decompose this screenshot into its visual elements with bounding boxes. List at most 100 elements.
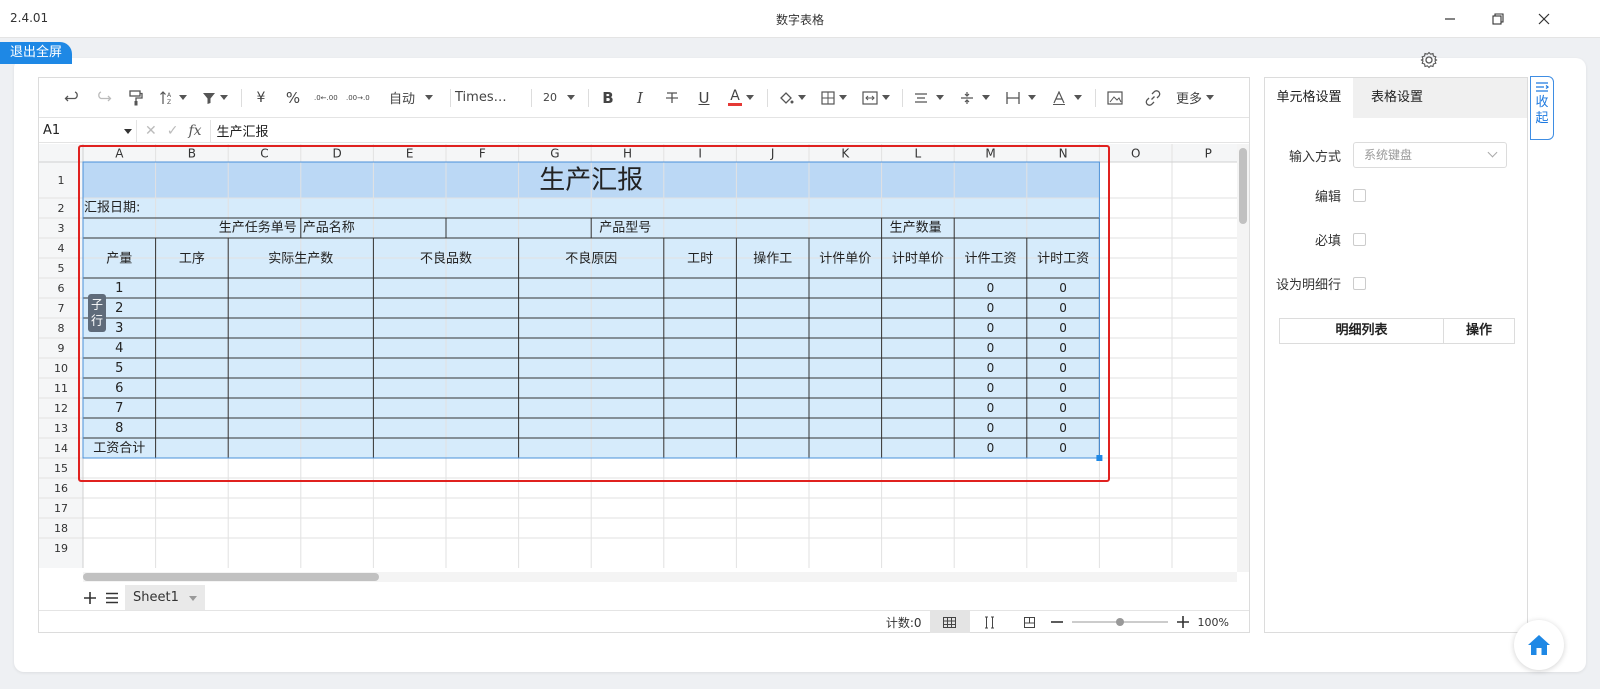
grid-view-icon	[943, 616, 957, 628]
confirm-icon[interactable]: ✓	[167, 123, 179, 139]
home-icon	[1528, 635, 1550, 655]
input-method-label: 输入方式	[1288, 149, 1341, 165]
row-header-6: 6	[58, 282, 65, 295]
redo-button[interactable]	[89, 86, 119, 110]
row-header-12: 12	[54, 402, 68, 415]
list-icon[interactable]	[105, 591, 119, 605]
align-vertical-button[interactable]	[953, 86, 997, 110]
required-checkbox[interactable]	[1353, 232, 1366, 246]
horizontal-scroll-thumb[interactable]	[83, 573, 379, 581]
strikethrough-button[interactable]	[657, 86, 687, 110]
decimal-decrease-button[interactable]: .00→.0	[342, 86, 372, 110]
settings-tabs: 单元格设置 表格设置	[1265, 78, 1527, 118]
close-button[interactable]	[1526, 6, 1562, 32]
insert-link-button[interactable]	[1138, 86, 1168, 110]
minimize-button[interactable]	[1432, 6, 1468, 32]
sheet-tab-sheet1[interactable]: Sheet1	[125, 585, 205, 611]
bold-button[interactable]: B	[593, 86, 623, 110]
piece-wage-value: 0	[987, 421, 995, 435]
grid-canvas[interactable]: A B C D E F G H I J K L M N O P123456789101112131415161…	[39, 144, 1237, 568]
formula-bar: A1 ✕ ✓ fx 生产汇报	[39, 119, 1249, 143]
cell-grid[interactable]: A B C D E F G H I J K L M N O P 1 2 3 4 5 6 7 8 9 10 11 12 13 14 15 16 1…	[39, 144, 1237, 568]
column-title-10: 计件工资	[964, 252, 1016, 267]
edit-row: 编辑	[1265, 182, 1527, 208]
font-size-select[interactable]: 20	[536, 86, 582, 110]
filter-button[interactable]	[195, 86, 235, 110]
production-qty-label: 生产数量	[890, 221, 942, 236]
collapse-panel-button[interactable]: 收起	[1530, 76, 1554, 140]
italic-button[interactable]: I	[625, 86, 655, 110]
plus-icon[interactable]	[83, 591, 97, 605]
normal-view-button[interactable]	[929, 611, 970, 633]
align-horizontal-button[interactable]	[907, 86, 951, 110]
sort-button[interactable]: AZ	[153, 86, 193, 110]
number-format-select[interactable]: 自动	[378, 86, 444, 110]
sort-icon: AZ	[160, 90, 172, 106]
insert-image-button[interactable]	[1100, 86, 1130, 110]
undo-button[interactable]	[57, 86, 87, 110]
restore-button[interactable]	[1480, 6, 1516, 32]
row-header-4: 4	[58, 242, 65, 255]
font-color-button[interactable]: A	[721, 86, 761, 110]
text-wrap-button[interactable]	[999, 86, 1043, 110]
text-rotate-button[interactable]	[1045, 86, 1089, 110]
vertical-scrollbar[interactable]	[1237, 144, 1249, 572]
detail-row-setting: 设为明细行	[1265, 270, 1527, 296]
column-title-8: 计件单价	[819, 252, 871, 267]
align-vertical-icon	[961, 91, 973, 104]
zoom-in-icon[interactable]	[1176, 615, 1190, 629]
zoom-slider-knob[interactable]	[1115, 618, 1124, 626]
row-index-8: 8	[115, 421, 123, 436]
page-break-view-button[interactable]	[970, 611, 1010, 633]
font-family-select[interactable]: Times…	[455, 86, 525, 110]
italic-icon: I	[637, 88, 643, 107]
formula-input[interactable]: 生产汇报	[211, 121, 269, 140]
input-method-row: 输入方式 系统键盘	[1265, 142, 1527, 168]
piece-wage-value: 0	[987, 341, 995, 355]
collapse-label: 收起	[1535, 95, 1549, 126]
edit-checkbox[interactable]	[1353, 188, 1366, 202]
row-header-9: 9	[58, 342, 65, 355]
percent-button[interactable]: %	[278, 86, 308, 110]
input-method-select[interactable]: 系统键盘	[1353, 142, 1507, 168]
column-header-j: J	[770, 147, 775, 161]
collapse-icon	[1536, 82, 1549, 92]
underline-icon: U	[698, 88, 710, 107]
more-label: 更多	[1175, 92, 1202, 107]
status-bar: 计数:0 100%	[39, 610, 1249, 633]
column-title-1: 产量	[106, 252, 132, 267]
decimal-increase-button[interactable]: .0←.00	[310, 86, 340, 110]
cell-reference-box[interactable]: A1	[39, 119, 137, 142]
decimal-increase-icon: .0←.00	[314, 93, 338, 102]
piece-wage-value: 0	[987, 381, 995, 395]
format-painter-button[interactable]	[121, 86, 151, 110]
tab-table-settings[interactable]: 表格设置	[1353, 78, 1441, 118]
gear-icon[interactable]	[1420, 51, 1438, 69]
fill-color-button[interactable]	[772, 86, 812, 110]
column-header-f: F	[479, 147, 486, 161]
merge-cells-button[interactable]	[856, 86, 896, 110]
horizontal-scrollbar[interactable]	[83, 572, 1237, 582]
home-button[interactable]	[1514, 620, 1564, 670]
exit-fullscreen-button[interactable]: 退出全屏	[0, 42, 73, 64]
detail-row-checkbox[interactable]	[1353, 276, 1366, 290]
tab-cell-settings[interactable]: 单元格设置	[1265, 78, 1353, 118]
column-title-4: 不良品数	[420, 251, 472, 267]
underline-button[interactable]: U	[689, 86, 719, 110]
fill-handle[interactable]	[1096, 455, 1103, 461]
page-layout-view-button[interactable]	[1010, 611, 1050, 633]
vertical-scroll-thumb[interactable]	[1239, 148, 1247, 224]
row-header-10: 10	[54, 362, 68, 375]
column-title-5: 不良原因	[565, 251, 617, 267]
border-button[interactable]	[814, 86, 854, 110]
close-icon	[1538, 13, 1550, 25]
cancel-icon[interactable]: ✕	[145, 123, 157, 139]
fx-icon[interactable]: fx	[188, 123, 201, 139]
column-header-d: D	[332, 147, 341, 161]
currency-button[interactable]: ¥	[246, 86, 276, 110]
more-menu-button[interactable]: 更多	[1170, 86, 1220, 110]
row-header-11: 11	[54, 382, 68, 395]
zoom-slider[interactable]	[1071, 618, 1168, 626]
zoom-out-icon[interactable]	[1050, 615, 1064, 629]
column-header-b: B	[188, 147, 196, 161]
